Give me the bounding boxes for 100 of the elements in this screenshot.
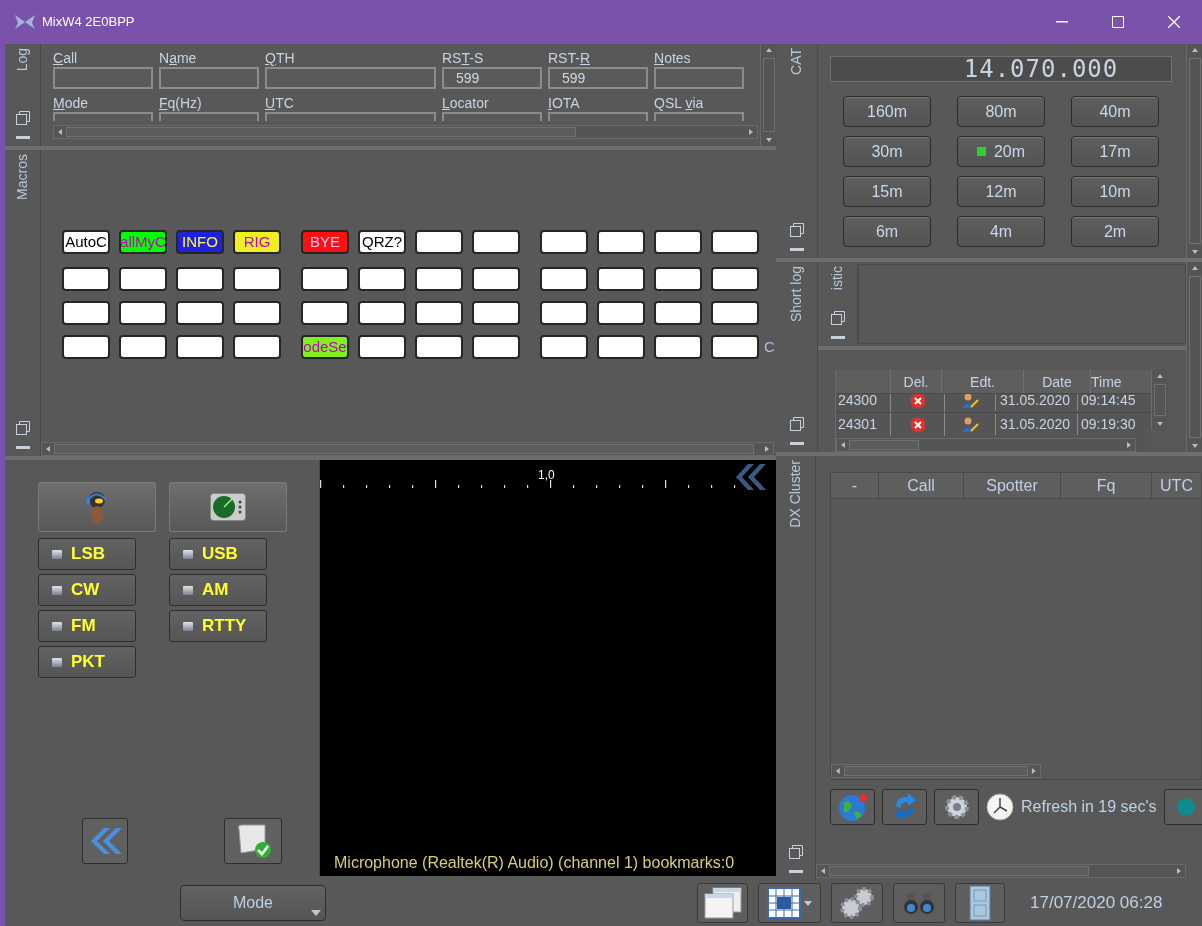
input-field[interactable] [53,111,153,121]
macro-button[interactable] [233,267,281,291]
macro-button[interactable] [62,301,110,325]
horizontal-scrollbar[interactable] [816,864,1186,878]
minimize-button[interactable] [14,444,31,450]
panel-tab[interactable]: CAT [786,48,807,75]
macro-button[interactable]: QRZ? [358,230,406,254]
radar-button[interactable] [169,482,287,532]
connect-button[interactable] [1163,789,1202,825]
input-field[interactable] [265,111,436,121]
macro-button[interactable] [358,335,406,359]
macro-button[interactable] [597,301,645,325]
settings-button[interactable] [831,883,883,923]
macro-button[interactable] [654,267,702,291]
macro-button[interactable] [540,301,588,325]
minimize-button[interactable] [829,334,846,340]
input-field[interactable] [654,67,744,89]
input-field[interactable]: 599 [442,67,542,89]
band-button[interactable]: 6m [843,216,931,247]
column-header[interactable]: Edt. [941,370,1023,393]
minimize-button[interactable] [14,134,31,140]
vertical-scrollbar[interactable] [1186,262,1202,452]
macro-button[interactable] [233,335,281,359]
macro-button[interactable]: allMyC [119,230,167,254]
macro-button[interactable]: odeSe [301,335,349,359]
float-button[interactable] [788,222,805,238]
vertical-scrollbar[interactable] [1186,44,1202,258]
panel-tab[interactable]: DX Cluster [785,460,806,528]
macro-button[interactable] [654,301,702,325]
macro-button[interactable] [472,267,520,291]
panel-tab[interactable]: Log [12,48,33,72]
macro-button[interactable] [711,335,759,359]
search-button[interactable] [893,883,945,923]
macro-button[interactable]: INFO [176,230,224,254]
column-header[interactable]: Fq [1061,473,1152,498]
macro-button[interactable] [415,230,463,254]
column-header[interactable]: Date [1023,370,1090,393]
macro-button[interactable]: AutoC [62,230,110,254]
band-button[interactable]: 40m [1071,96,1159,127]
panel-tab[interactable]: Macros [12,154,33,200]
input-field[interactable] [442,111,542,121]
input-field[interactable] [159,111,259,121]
macro-button[interactable] [176,335,224,359]
band-button[interactable]: 10m [1071,176,1159,207]
column-header[interactable]: Spotter [964,473,1061,498]
windows-button[interactable] [697,883,748,923]
macro-button[interactable] [176,267,224,291]
minimize-button[interactable] [787,868,804,874]
macro-button[interactable] [472,301,520,325]
macro-button[interactable] [176,301,224,325]
panel-tab[interactable]: istic [827,266,848,291]
macro-button[interactable] [415,335,463,359]
macro-button[interactable] [119,335,167,359]
column-header[interactable]: Time [1090,370,1122,393]
exit-button[interactable] [955,883,1005,923]
macro-button[interactable] [472,335,520,359]
input-field[interactable] [654,111,744,121]
macro-button[interactable] [540,335,588,359]
layout-button[interactable] [758,883,821,923]
float-button[interactable] [14,420,31,436]
log-confirm-button[interactable] [224,818,282,864]
macro-button[interactable] [301,301,349,325]
mode-button[interactable]: LSB [38,538,136,570]
panel-tab[interactable]: Short log [786,266,807,323]
column-header[interactable]: - [831,473,879,498]
band-button[interactable]: 160m [843,96,931,127]
mode-button[interactable]: CW [38,574,136,606]
input-field[interactable]: 599 [548,67,648,89]
input-field[interactable] [548,111,648,121]
column-header[interactable]: Del. [890,370,941,393]
macro-button[interactable] [415,301,463,325]
macro-button[interactable] [654,335,702,359]
float-button[interactable] [788,416,805,432]
macro-button[interactable] [472,230,520,254]
minimize-button[interactable] [788,246,805,252]
horizontal-scrollbar[interactable] [831,764,1041,778]
macro-button[interactable] [233,301,281,325]
macro-button[interactable] [301,267,349,291]
macro-button[interactable] [597,335,645,359]
float-button[interactable] [14,110,31,126]
horizontal-scrollbar[interactable] [836,438,1136,452]
column-header[interactable]: Call [879,473,964,498]
refresh-button[interactable] [882,789,927,825]
float-button[interactable] [787,844,804,860]
band-button[interactable]: 80m [957,96,1045,127]
minimize-button[interactable] [788,440,805,446]
input-field[interactable] [265,67,436,89]
macro-button[interactable] [358,267,406,291]
mode-button[interactable]: RTTY [169,610,267,642]
vertical-scrollbar[interactable] [760,44,776,146]
band-button[interactable]: 20m [957,136,1045,167]
macro-button[interactable] [540,230,588,254]
mode-dropdown[interactable]: Mode [180,885,326,921]
macro-button[interactable] [62,267,110,291]
macro-button[interactable] [711,301,759,325]
horizontal-scrollbar[interactable] [53,125,758,139]
settings-button[interactable] [934,789,979,825]
mode-button[interactable]: PKT [38,646,136,678]
macro-button[interactable] [358,301,406,325]
macro-button[interactable] [711,230,759,254]
